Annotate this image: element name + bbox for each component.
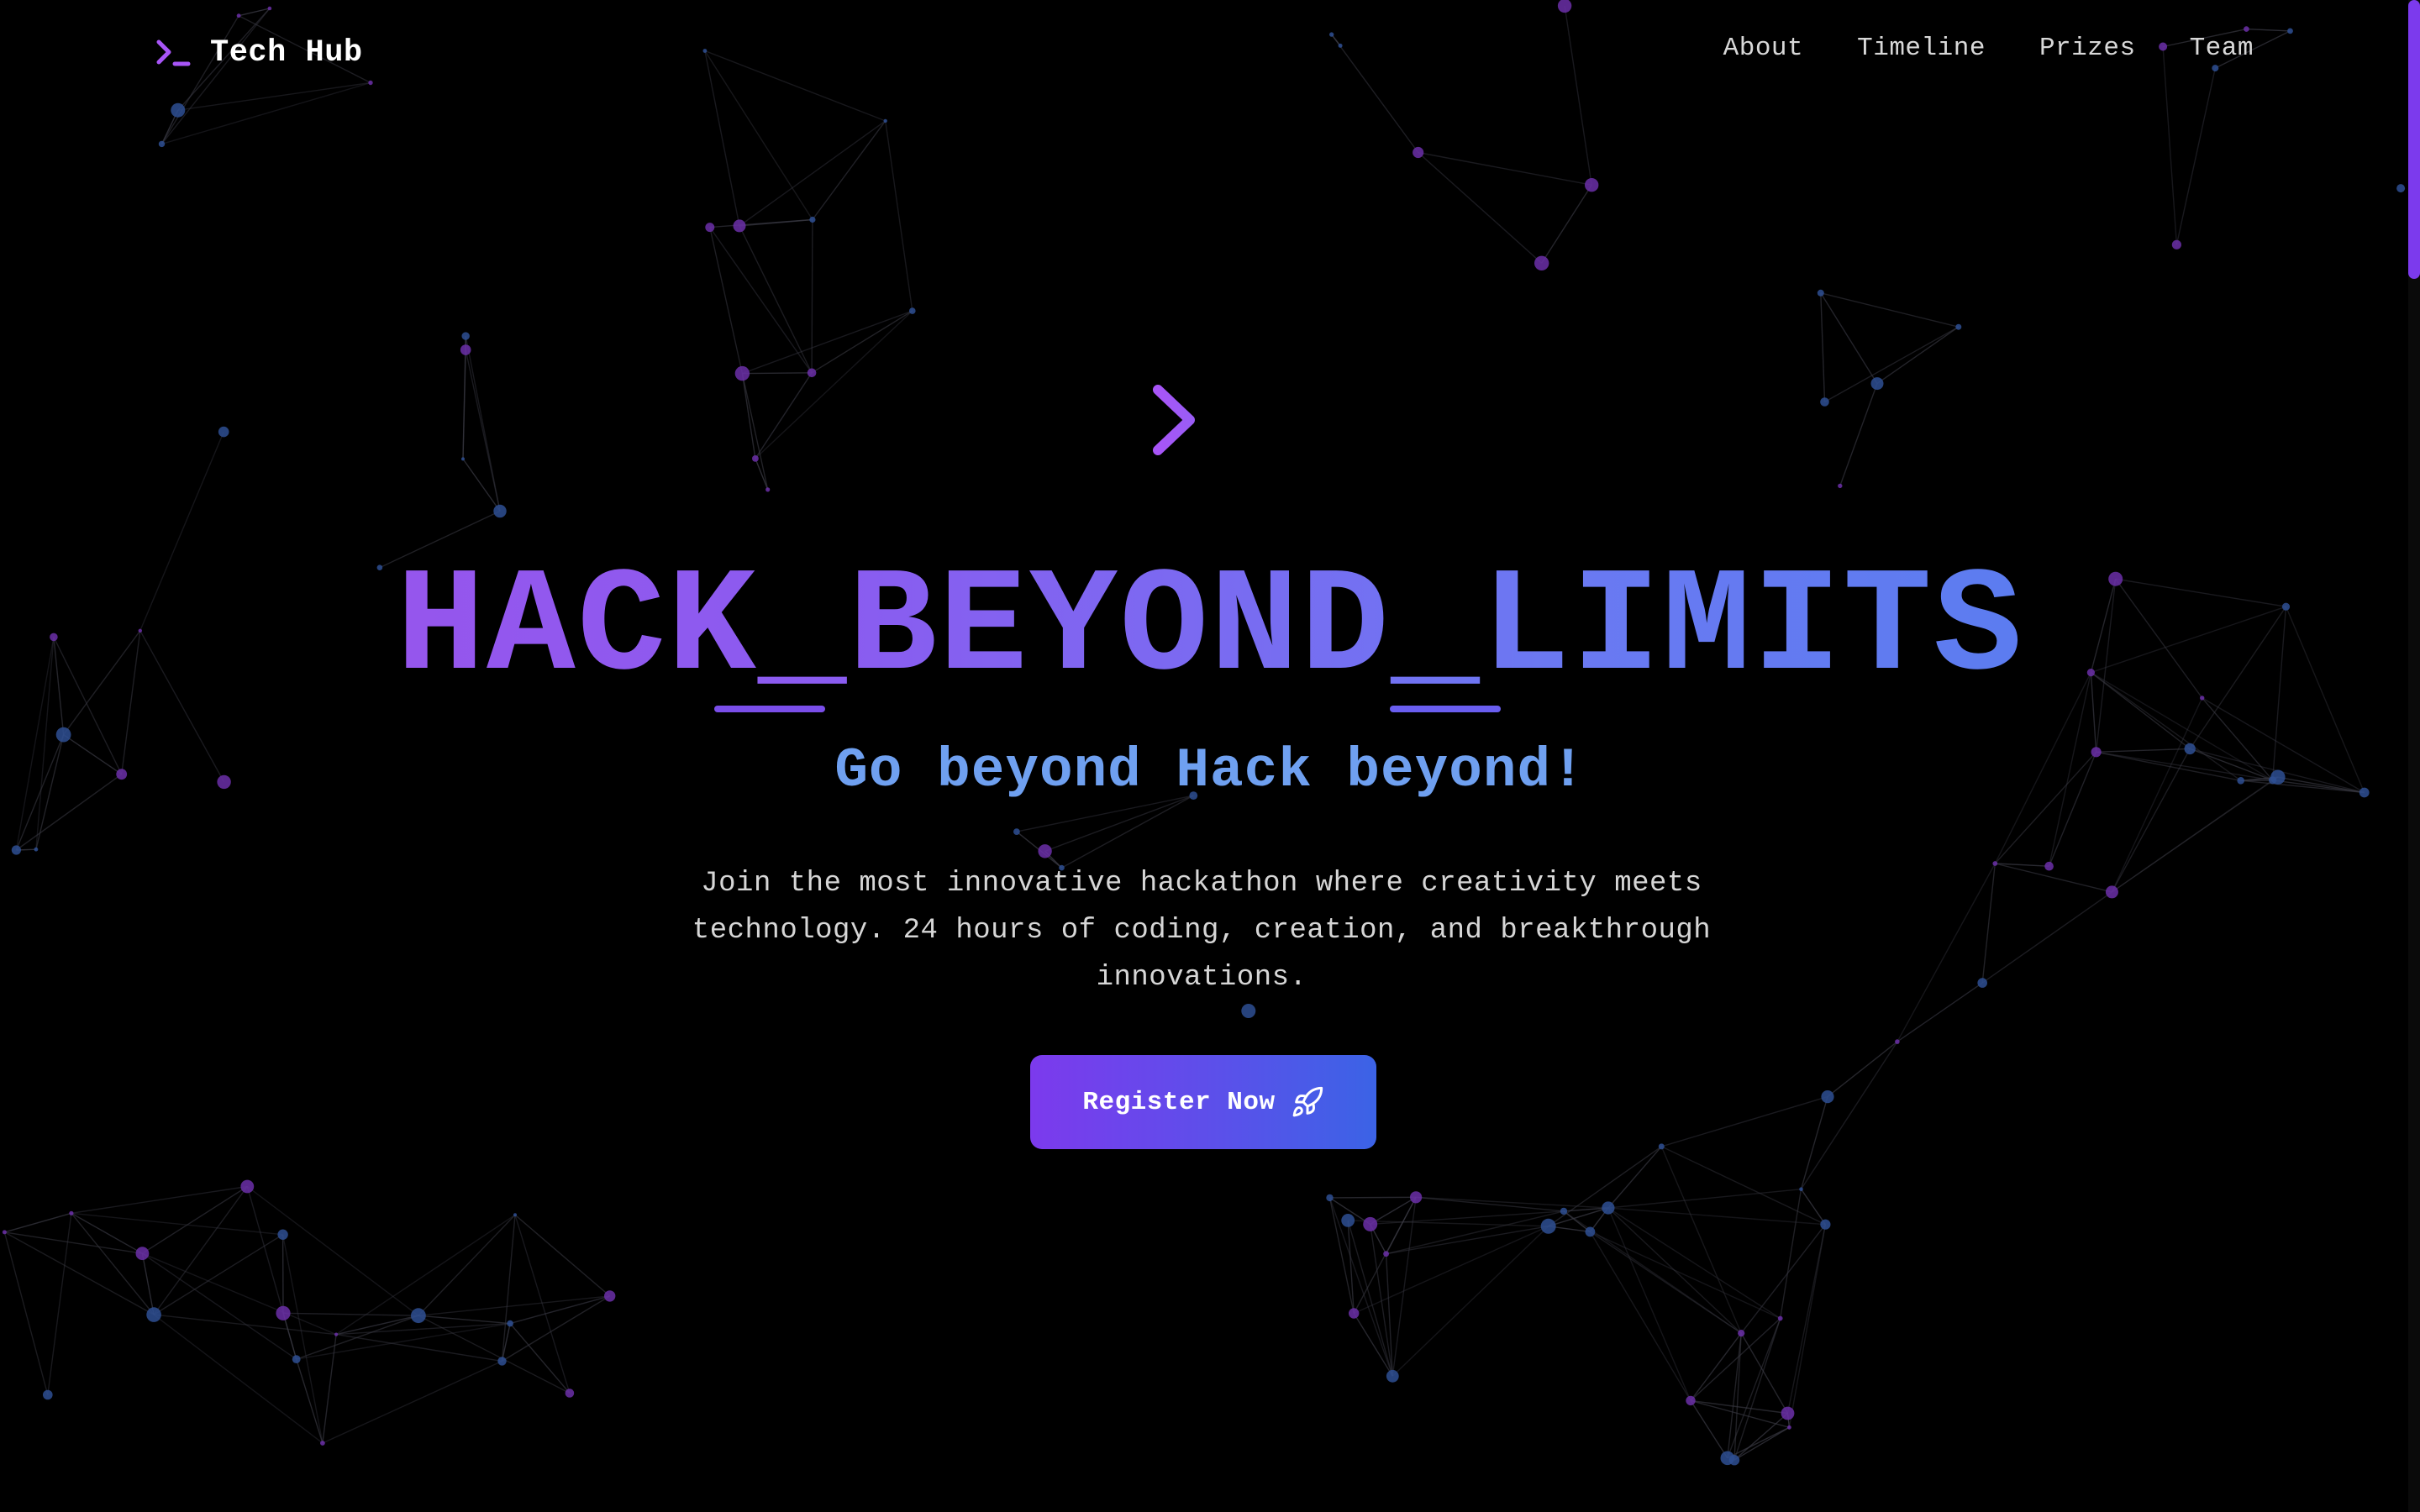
terminal-prompt-icon [1153, 385, 1254, 472]
brand-name: Tech Hub [210, 35, 363, 71]
register-now-label: Register Now [1082, 1087, 1276, 1117]
terminal-prompt-icon [156, 39, 191, 66]
nav-link-prizes[interactable]: Prizes [2039, 34, 2136, 63]
page: Tech Hub About Timeline Prizes Team HACK… [0, 0, 2420, 1512]
hero-section: HACK_BEYOND_LIMITS Go beyond Hack beyond… [0, 0, 2420, 1512]
navbar: Tech Hub About Timeline Prizes Team [0, 0, 2420, 104]
nav-links: About Timeline Prizes Team [1723, 34, 2254, 63]
hero-description: Join the most innovative hackathon where… [692, 868, 1712, 994]
register-now-button[interactable]: Register Now [1030, 1055, 1376, 1149]
scrollbar-thumb[interactable] [2408, 0, 2420, 279]
title-underscore-accent [1390, 706, 1501, 712]
nav-link-timeline[interactable]: Timeline [1857, 34, 1986, 63]
nav-link-team[interactable]: Team [2190, 34, 2254, 63]
hero-subtitle: Go beyond Hack beyond! [834, 739, 1586, 802]
rocket-icon [1292, 1086, 1323, 1117]
nav-link-about[interactable]: About [1723, 34, 1804, 63]
hero-title: HACK_BEYOND_LIMITS [0, 544, 2420, 712]
brand-logo-link[interactable]: Tech Hub [155, 32, 363, 74]
title-underscore-accent [714, 706, 825, 712]
